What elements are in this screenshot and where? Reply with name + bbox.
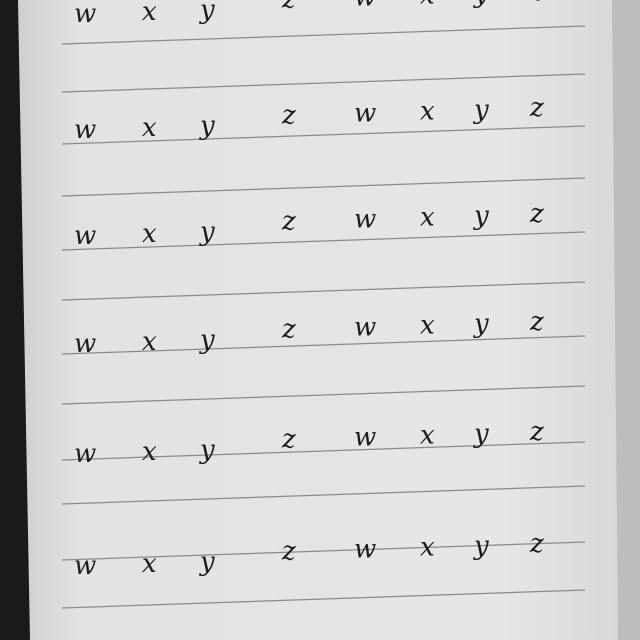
handwritten-letter-w: w xyxy=(74,115,96,145)
handwritten-letter-w: w xyxy=(74,0,96,29)
handwritten-letter-w: w xyxy=(74,329,96,359)
handwritten-letter-x: x xyxy=(142,0,157,27)
handwritten-letter-x: x xyxy=(420,97,435,127)
handwritten-letter-y: y xyxy=(199,325,215,355)
handwritten-letter-x: x xyxy=(142,113,157,143)
handwritten-letter-w: w xyxy=(354,534,376,564)
notebook-photo: w x y z w x y z w x y z w x y z w x y z w x y z w x y z w x y z w x y z w x y z… xyxy=(0,0,640,640)
handwritten-letter-w: w xyxy=(354,422,376,452)
handwritten-letter-x: x xyxy=(420,421,435,451)
handwritten-letter-z: z xyxy=(529,0,544,7)
handwritten-letter-z: z xyxy=(529,529,544,559)
handwritten-letter-x: x xyxy=(420,311,435,341)
handwritten-letter-y: y xyxy=(199,111,215,141)
handwritten-letter-y: y xyxy=(199,0,215,25)
handwritten-letter-z: z xyxy=(529,93,544,123)
handwritten-letter-z: z xyxy=(281,0,296,15)
handwritten-letter-x: x xyxy=(142,219,157,249)
handwritten-letter-x: x xyxy=(420,0,435,11)
handwritten-letter-x: x xyxy=(420,203,435,233)
handwritten-letter-x: x xyxy=(420,533,435,563)
handwritten-letter-z: z xyxy=(281,425,296,455)
handwritten-letter-z: z xyxy=(529,199,544,229)
handwritten-letter-y: y xyxy=(473,0,489,9)
handwritten-letter-w: w xyxy=(74,551,96,581)
handwritten-letter-z: z xyxy=(281,101,296,131)
handwritten-letter-x: x xyxy=(142,327,157,357)
handwritten-letter-x: x xyxy=(142,437,157,467)
handwritten-letter-w: w xyxy=(74,221,96,251)
handwritten-letter-z: z xyxy=(281,207,296,237)
handwritten-letter-w: w xyxy=(74,439,96,469)
handwritten-letter-y: y xyxy=(473,531,489,561)
handwritten-letter-z: z xyxy=(281,537,296,567)
handwritten-letter-y: y xyxy=(473,419,489,449)
handwritten-letter-w: w xyxy=(354,0,376,12)
handwritten-letter-y: y xyxy=(473,95,489,125)
handwritten-letter-y: y xyxy=(199,217,215,247)
handwritten-letter-y: y xyxy=(199,547,215,577)
handwritten-letter-w: w xyxy=(354,204,376,234)
handwritten-letter-w: w xyxy=(354,312,376,342)
handwritten-letter-z: z xyxy=(529,417,544,447)
handwritten-letter-z: z xyxy=(281,315,296,345)
handwritten-letter-x: x xyxy=(142,549,157,579)
handwritten-letter-y: y xyxy=(199,435,215,465)
handwritten-letter-y: y xyxy=(473,309,489,339)
handwritten-letter-w: w xyxy=(354,98,376,128)
handwritten-letter-z: z xyxy=(529,307,544,337)
handwritten-letter-y: y xyxy=(473,201,489,231)
